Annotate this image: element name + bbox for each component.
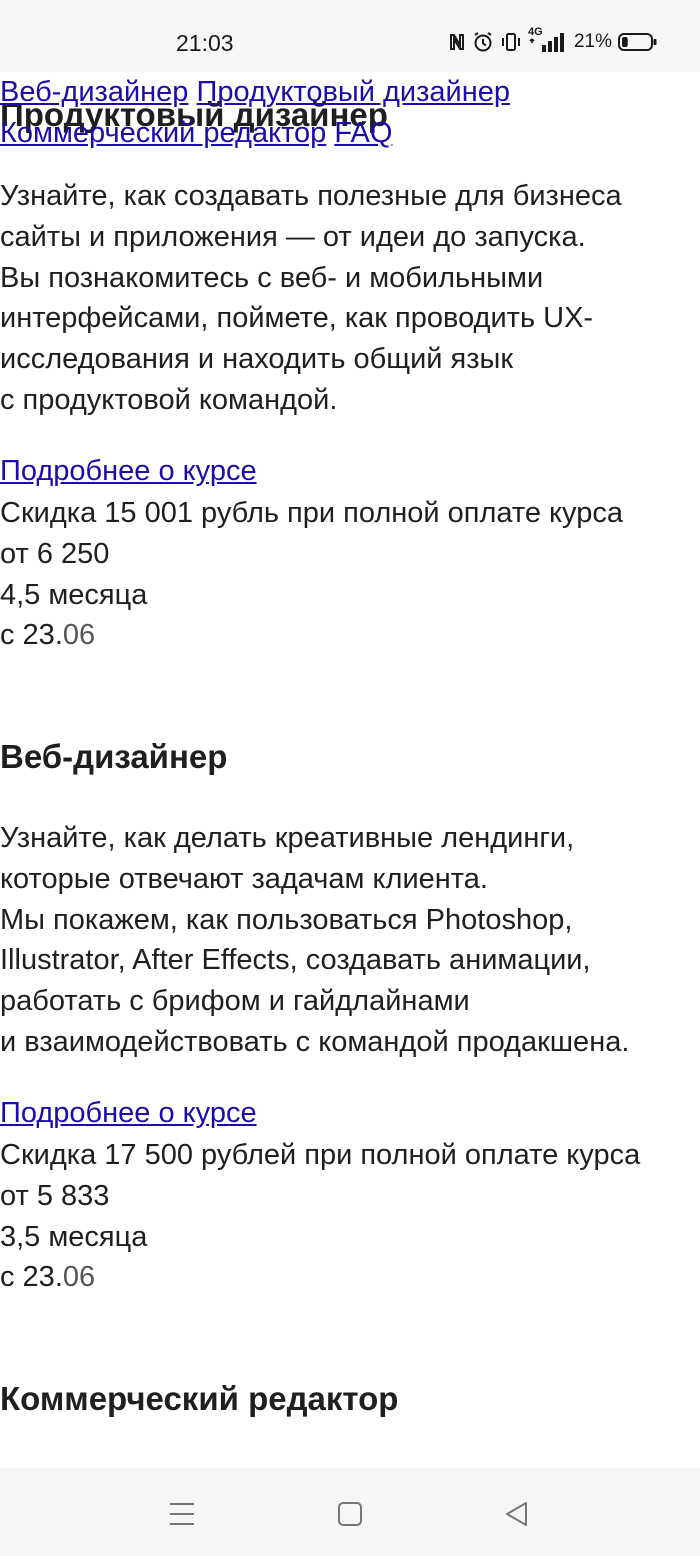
course-duration: 4,5 месяца — [0, 578, 148, 611]
course-start-date: с 23.06 — [0, 1261, 96, 1294]
course-price: от 5 833 — [0, 1179, 110, 1212]
course-more-link[interactable]: Подробнее о курсе — [0, 455, 257, 488]
nav-link-faq[interactable]: FAQ — [334, 117, 392, 149]
status-time: 21:03 — [176, 30, 234, 56]
course-description: Узнайте, как делать креативные лендинги,… — [0, 822, 630, 1058]
course-discount: Скидка 15 001 рубль при полной оплате ку… — [0, 497, 623, 529]
nfc-icon — [448, 32, 466, 52]
battery-icon — [618, 32, 658, 52]
nav-link-web-designer[interactable]: Веб-дизайнер — [0, 76, 188, 108]
menu-icon[interactable] — [162, 1494, 202, 1534]
signal-4g-icon: 4G — [528, 26, 568, 53]
home-icon[interactable] — [330, 1494, 370, 1534]
course-title: Веб-дизайнер — [0, 738, 228, 775]
course-discount: Скидка 17 500 рублей при полной оплате к… — [0, 1139, 641, 1171]
alarm-icon — [472, 31, 494, 53]
battery-percent: 21% — [573, 31, 612, 52]
course-meta: Скидка 17 500 рублей при полной оплате к… — [0, 1135, 700, 1298]
back-icon[interactable] — [497, 1494, 537, 1534]
course-nav: Веб-дизайнер Продуктовый дизайнер Коммер… — [0, 72, 700, 154]
status-bar: 21:03 4G 21% — [0, 0, 700, 72]
course-more-link[interactable]: Подробнее о курсе — [0, 1097, 257, 1130]
course-title: Коммерческий редактор — [0, 1380, 399, 1417]
web-page: Веб-дизайнер Продуктовый дизайнер Коммер… — [0, 72, 700, 1468]
course-meta: Скидка 15 001 рубль при полной оплате ку… — [0, 493, 700, 656]
course-duration: 3,5 месяца — [0, 1220, 148, 1253]
course-description: Узнайте, как создавать полезные для бизн… — [0, 180, 622, 416]
nav-link-commercial-editor[interactable]: Коммерческий редактор — [0, 117, 326, 149]
status-icons: 4G 21% — [448, 26, 658, 53]
system-nav-bar — [0, 1468, 700, 1556]
course-start-date: с 23.06 — [0, 619, 96, 652]
vibrate-icon — [500, 32, 522, 52]
course-price: от 6 250 — [0, 537, 110, 570]
nav-link-product-designer[interactable]: Продуктовый дизайнер — [197, 76, 511, 108]
